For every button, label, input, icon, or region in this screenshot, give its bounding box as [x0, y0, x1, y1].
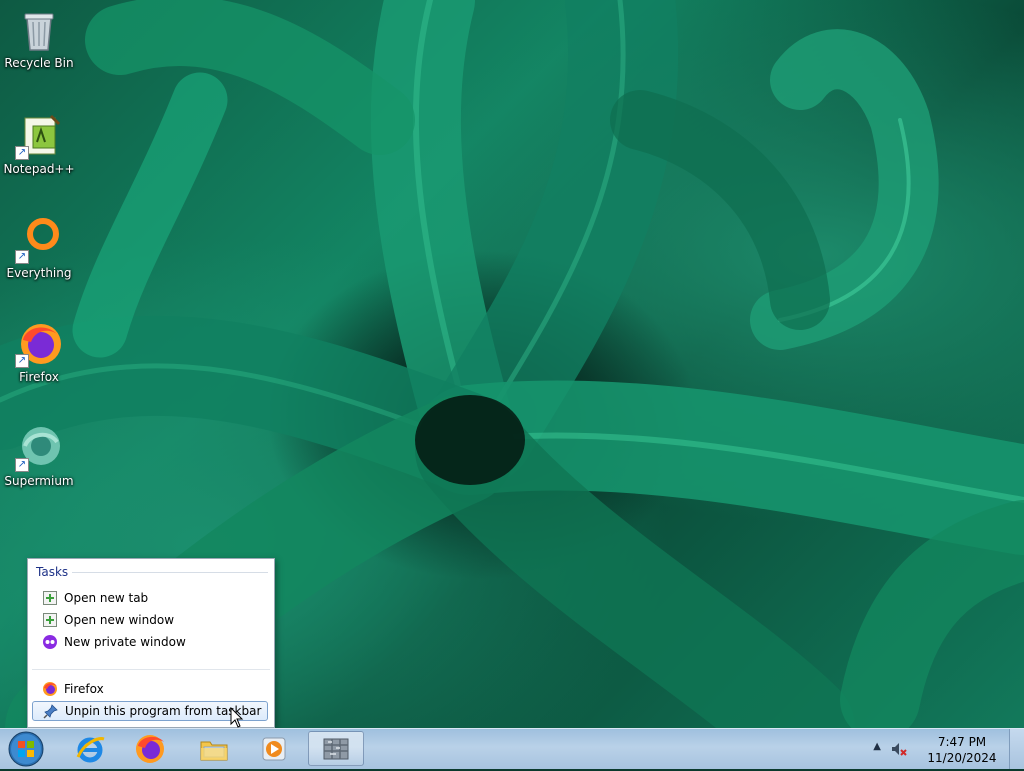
- app-window-icon: [323, 738, 349, 759]
- taskbar-media-player[interactable]: [246, 731, 302, 766]
- desktop-icon-label: Firefox: [19, 370, 59, 384]
- jump-list-item-label: Open new window: [64, 613, 175, 627]
- jump-list-item-label: Firefox: [64, 682, 104, 696]
- desktop-icon-label: Supermium: [4, 474, 74, 488]
- firefox-icon: [136, 734, 164, 763]
- jump-list-separator: [32, 669, 270, 670]
- taskbar-windows-explorer[interactable]: [186, 731, 242, 766]
- new-window-icon: [42, 612, 58, 628]
- desktop-icon-recycle-bin[interactable]: Recycle Bin: [2, 6, 76, 70]
- shortcut-arrow-icon: ↗: [15, 146, 29, 160]
- clock-date: 11/20/2024: [927, 751, 997, 765]
- jump-list-open-new-window[interactable]: Open new window: [32, 609, 268, 631]
- volume-muted-icon[interactable]: [890, 740, 908, 762]
- jump-list-tasks-header: Tasks: [28, 559, 274, 581]
- system-clock[interactable]: 7:47 PM 11/20/2024: [922, 734, 1002, 766]
- shortcut-arrow-icon: ↗: [15, 458, 29, 472]
- private-window-icon: [42, 634, 58, 650]
- jump-list-open-new-tab[interactable]: Open new tab: [32, 587, 268, 609]
- jump-list-item-label: Open new tab: [64, 591, 149, 605]
- shortcut-arrow-icon: ↗: [15, 250, 29, 264]
- desktop-icon-label: Everything: [6, 266, 72, 280]
- start-button[interactable]: [6, 731, 46, 767]
- jump-list-item-label: New private window: [64, 635, 186, 649]
- taskbar-firefox[interactable]: [122, 731, 178, 766]
- desktop-icon-everything[interactable]: ↗ Everything: [2, 216, 76, 280]
- unpin-icon: [43, 703, 59, 719]
- clock-time: 7:47 PM: [937, 735, 987, 749]
- new-tab-icon: [42, 590, 58, 606]
- desktop-icon-firefox[interactable]: ↗ Firefox: [2, 320, 76, 384]
- taskbar-jump-list: Tasks Open new tab Open new window New p…: [27, 558, 275, 728]
- show-desktop-button[interactable]: [1009, 729, 1024, 769]
- supermium-icon: ↗: [15, 424, 63, 472]
- desktop-icon-notepad-plus-plus[interactable]: ↗ Notepad++: [2, 112, 76, 176]
- mouse-cursor-icon: [230, 707, 244, 728]
- show-hidden-icons-icon[interactable]: ▲: [873, 741, 881, 752]
- desktop-icon-label: Notepad++: [3, 162, 75, 176]
- everything-search-icon: ↗: [15, 216, 63, 264]
- shortcut-arrow-icon: ↗: [15, 354, 29, 368]
- firefox-icon: ↗: [15, 320, 63, 368]
- taskbar-app-window[interactable]: [308, 731, 364, 766]
- internet-explorer-icon: [76, 736, 105, 762]
- jump-list-new-private-window[interactable]: New private window: [32, 631, 268, 653]
- windows-logo-icon: [8, 731, 44, 767]
- folder-icon: [200, 741, 228, 760]
- firefox-icon: [42, 681, 58, 697]
- notepad-plus-plus-icon: ↗: [15, 112, 63, 160]
- recycle-bin-icon: [15, 6, 63, 54]
- desktop-icon-label: Recycle Bin: [4, 56, 74, 70]
- desktop-icon-supermium[interactable]: ↗ Supermium: [2, 424, 76, 488]
- media-player-icon: [262, 737, 286, 760]
- taskbar-internet-explorer[interactable]: [62, 731, 118, 766]
- jump-list-launch-firefox[interactable]: Firefox: [32, 678, 268, 700]
- taskbar: ▲ 7:47 PM 11/20/2024: [0, 728, 1024, 769]
